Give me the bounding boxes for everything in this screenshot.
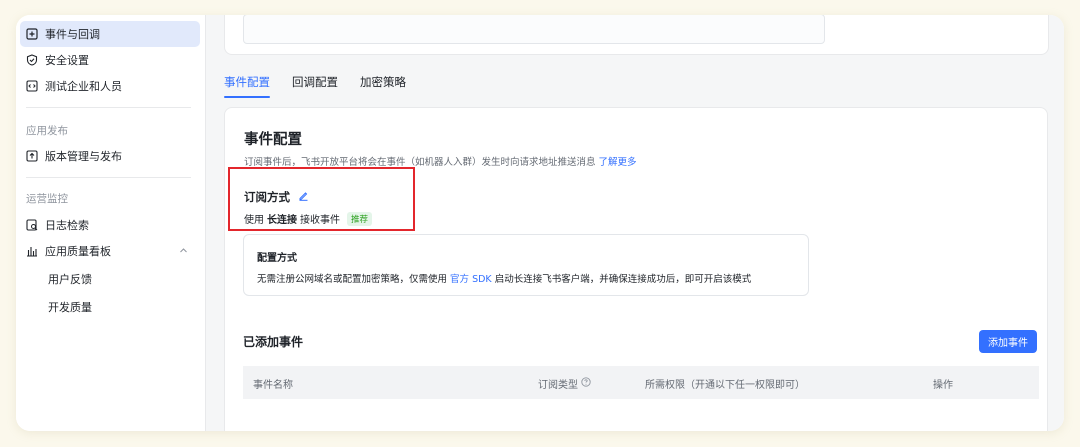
tab-bar: 事件配置 回调配置 加密策略 [224,70,406,100]
info-prefix: 无需注册公网域名或配置加密策略，仅需使用 [257,274,448,285]
add-event-button[interactable]: 添加事件 [979,330,1037,353]
config-method-title: 配置方式 [257,253,297,264]
learn-more-link[interactable]: 了解更多 [599,157,637,168]
added-events-title: 已添加事件 [243,335,304,349]
sidebar-divider [26,107,191,108]
shield-icon [26,54,38,66]
column-subscription-type: 订阅类型 [538,376,591,391]
events-table-header: 事件名称 订阅类型 所需权限（开通以下任一权限即可） 操作 [243,366,1039,399]
log-search-icon [26,219,38,231]
subscription-method-heading: 订阅方式 [244,189,309,205]
app-window: 事件与回调 安全设置 测试企业和人员 应用发布 版本管理与发布 运营监控 日志检… [16,15,1064,431]
sidebar-item-security[interactable]: 安全设置 [20,47,200,73]
panel-title: 事件配置 [244,132,302,148]
sidebar-item-user-feedback[interactable]: 用户反馈 [20,266,200,292]
sidebar-divider [26,177,191,178]
chevron-up-icon[interactable] [179,245,188,258]
group-label-monitor: 运营监控 [26,193,68,205]
sidebar-item-label: 事件与回调 [45,28,100,41]
sidebar-item-version-release[interactable]: 版本管理与发布 [20,143,200,169]
column-required-permissions: 所需权限（开通以下任一权限即可） [645,380,805,391]
edit-icon[interactable] [298,190,309,204]
sidebar: 事件与回调 安全设置 测试企业和人员 应用发布 版本管理与发布 运营监控 日志检… [16,15,206,431]
panel-description: 订阅事件后，飞书开放平台将会在事件（如机器人入群）发生时向请求地址推送消息 了解… [244,154,637,168]
info-suffix: 启动长连接飞书客户端，并确保连接成功后，即可开启该模式 [494,274,752,285]
help-icon[interactable] [581,377,591,390]
long-connection-label: 长连接 [267,215,297,226]
sidebar-item-label: 开发质量 [48,301,92,314]
sidebar-item-label: 安全设置 [45,54,89,67]
group-label-publish: 应用发布 [26,125,68,137]
tab-encryption-strategy[interactable]: 加密策略 [360,70,406,100]
top-card-field [243,15,825,44]
sidebar-item-log-search[interactable]: 日志检索 [20,212,200,238]
sidebar-item-test-enterprise[interactable]: 测试企业和人员 [20,73,200,99]
upload-icon [26,150,38,162]
sidebar-item-label: 用户反馈 [48,273,92,286]
column-event-name: 事件名称 [253,380,293,391]
config-method-box: 配置方式 无需注册公网域名或配置加密策略，仅需使用 官方 SDK 启动长连接飞书… [243,234,809,296]
column-actions: 操作 [933,380,953,391]
sidebar-item-label: 应用质量看板 [45,245,111,258]
tab-callback-config[interactable]: 回调配置 [292,70,338,100]
sidebar-item-dev-quality[interactable]: 开发质量 [20,294,200,320]
event-config-panel: 事件配置 订阅事件后，飞书开放平台将会在事件（如机器人入群）发生时向请求地址推送… [224,107,1048,431]
main-content: 事件配置 回调配置 加密策略 事件配置 订阅事件后，飞书开放平台将会在事件（如机… [206,15,1064,431]
sidebar-item-label: 日志检索 [45,219,89,232]
config-method-text: 无需注册公网域名或配置加密策略，仅需使用 官方 SDK 启动长连接飞书客户端，并… [257,271,751,285]
event-callback-icon [26,28,38,40]
official-sdk-link[interactable]: 官方 SDK [450,274,492,285]
code-icon [26,80,38,92]
sidebar-item-label: 测试企业和人员 [45,80,122,93]
sidebar-item-label: 版本管理与发布 [45,150,122,163]
sub-prefix: 使用 [244,215,264,226]
subscription-method-value: 使用 长连接 接收事件 推荐 [244,211,373,226]
sidebar-item-quality-dashboard[interactable]: 应用质量看板 [20,238,200,264]
column-label: 订阅类型 [538,380,578,391]
tab-event-config[interactable]: 事件配置 [224,70,270,100]
recommended-badge: 推荐 [347,211,373,226]
description-text: 订阅事件后，飞书开放平台将会在事件（如机器人入群）发生时向请求地址推送消息 [244,157,596,168]
sub-suffix: 接收事件 [300,215,340,226]
bar-chart-icon [26,245,38,257]
subscription-method-title: 订阅方式 [244,190,290,204]
top-card [224,15,1049,55]
sidebar-item-events-callbacks[interactable]: 事件与回调 [20,21,200,47]
